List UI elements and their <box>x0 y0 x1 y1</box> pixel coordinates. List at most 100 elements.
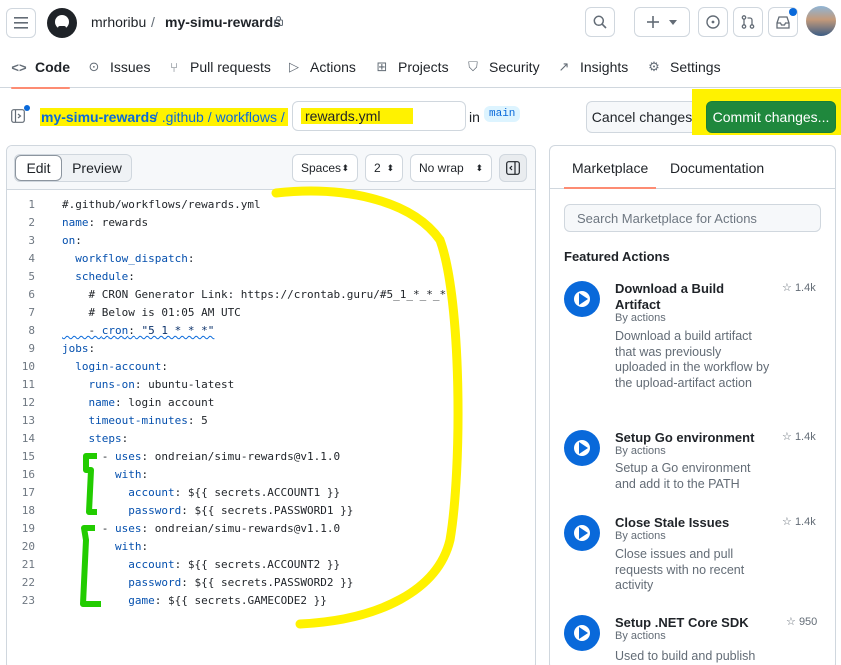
tab-security[interactable]: ⛉ Security <box>465 46 539 88</box>
marketplace-panel: Marketplace Documentation Search Marketp… <box>549 145 836 665</box>
pull-requests-button[interactable] <box>733 7 763 37</box>
path-repo-link[interactable]: my-simu-rewards <box>41 109 157 125</box>
breadcrumb-separator: / <box>151 14 155 30</box>
indent-size-select[interactable]: 2 ⬍ <box>365 154 403 182</box>
code-line: 9 jobs: <box>7 340 535 358</box>
plus-icon <box>647 16 659 28</box>
code-line: 14 steps: <box>7 430 535 448</box>
issues-button[interactable] <box>698 7 728 37</box>
action-title[interactable]: Close Stale Issues <box>615 515 765 531</box>
play-icon <box>564 281 600 317</box>
marketplace-search-input[interactable]: Search Marketplace for Actions <box>564 204 821 232</box>
code-line: 11 runs-on: ubuntu-latest <box>7 376 535 394</box>
code-line: 22 password: ${{ secrets.PASSWORD2 }} <box>7 574 535 592</box>
code-line-text: name: login account <box>88 396 215 409</box>
code-area[interactable]: 1 #.github/workflows/rewards.yml 2 name: r… <box>7 196 535 610</box>
action-item[interactable]: Download a Build Artifact By actions Dow… <box>564 281 824 411</box>
commit-changes-button[interactable]: Commit changes... <box>706 101 836 133</box>
code-line: 17 account: ${{ secrets.ACCOUNT1 }} <box>7 484 535 502</box>
action-description: Close issues and pull requests with no r… <box>615 547 745 592</box>
tab-marketplace[interactable]: Marketplace <box>563 160 657 189</box>
tab-code-label: Code <box>35 59 70 75</box>
branch-badge[interactable]: main <box>484 106 521 122</box>
tab-code[interactable]: <> Code <box>11 46 70 89</box>
issue-icon: ⊙ <box>88 59 100 74</box>
indent-size-value: 2 <box>374 161 381 175</box>
code-line: 2 name: rewards <box>7 214 535 232</box>
code-line-text: password: ${{ secrets.PASSWORD1 }} <box>128 504 354 517</box>
cancel-changes-button[interactable]: Cancel changes <box>586 101 698 133</box>
code-line-text: timeout-minutes: 5 <box>88 414 208 427</box>
code-line-text: - uses: ondreian/simu-rewards@v1.1.0 <box>62 450 341 463</box>
code-line-text: name: rewards <box>62 216 149 229</box>
tab-documentation[interactable]: Documentation <box>670 160 764 176</box>
wrap-mode-value: No wrap <box>419 161 464 175</box>
code-line-text: #.github/workflows/rewards.yml <box>62 198 261 211</box>
code-line: 12 name: login account <box>7 394 535 412</box>
code-line: 18 password: ${{ secrets.PASSWORD1 }} <box>7 502 535 520</box>
code-line-text: # CRON Generator Link: https://crontab.g… <box>62 288 447 301</box>
tab-settings[interactable]: ⚙ Settings <box>646 46 720 88</box>
code-line-text: on: <box>62 234 82 247</box>
action-title[interactable]: Setup Go environment <box>615 430 765 446</box>
action-description: Download a build artifact that was previ… <box>615 329 770 390</box>
create-new-button[interactable] <box>634 7 690 37</box>
repo-nav: <> Code ⊙ Issues ⑂ Pull requests ▷ Actions ⊞… <box>0 46 841 89</box>
github-logo-icon[interactable] <box>47 8 77 38</box>
tab-preview[interactable]: Preview <box>63 155 131 181</box>
code-line-text: steps: <box>88 432 129 445</box>
table-icon: ⊞ <box>376 59 388 74</box>
action-title[interactable]: Setup .NET Core SDK <box>615 615 765 631</box>
tab-projects[interactable]: ⊞ Projects <box>374 46 449 88</box>
tab-pull-requests[interactable]: ⑂ Pull requests <box>166 46 271 88</box>
hamburger-menu-button[interactable] <box>6 8 36 38</box>
file-tree-toggle-icon[interactable] <box>11 109 25 123</box>
play-icon <box>564 515 600 551</box>
repo-link[interactable]: my-simu-rewards <box>165 14 281 30</box>
action-item[interactable]: Setup .NET Core SDK By actions Used to b… <box>564 615 824 665</box>
tab-edit[interactable]: Edit <box>15 155 62 181</box>
code-icon: <> <box>11 59 27 75</box>
caret-down-icon <box>669 19 677 25</box>
code-line-text: with: <box>114 468 149 481</box>
code-line: 23 game: ${{ secrets.GAMECODE2 }} <box>7 592 535 610</box>
editor-toolbar: Edit Preview Spaces ⬍ 2 ⬍ No wrap ⬍ <box>7 146 535 190</box>
action-star-count: 1.4k <box>794 282 816 294</box>
pull-request-icon <box>741 15 755 29</box>
action-item[interactable]: Close Stale Issues By actions Close issu… <box>564 515 824 595</box>
indent-mode-select[interactable]: Spaces ⬍ <box>292 154 358 182</box>
filename-input[interactable]: rewards.yml <box>292 101 466 131</box>
action-item[interactable]: Setup Go environment By actions Setup a … <box>564 430 824 500</box>
notification-dot <box>789 8 797 16</box>
top-header: mrhoribu / my-simu-rewards <box>0 0 841 46</box>
code-line: 13 timeout-minutes: 5 <box>7 412 535 430</box>
inbox-icon <box>776 15 790 29</box>
path-segments[interactable]: / .github / workflows / <box>154 109 285 125</box>
code-line: 1 #.github/workflows/rewards.yml <box>7 196 535 214</box>
tab-actions[interactable]: ▷ Actions <box>286 46 356 88</box>
updown-icon: ⬍ <box>341 162 349 173</box>
tab-insights[interactable]: ↗ Insights <box>556 46 629 88</box>
code-line-text: workflow_dispatch: <box>75 252 195 265</box>
marketplace-tabs: Marketplace Documentation <box>550 146 835 189</box>
code-line: 21 account: ${{ secrets.ACCOUNT2 }} <box>7 556 535 574</box>
tab-issues[interactable]: ⊙ Issues <box>86 46 151 88</box>
code-line-text: login-account: <box>75 360 168 373</box>
search-button[interactable] <box>585 7 615 37</box>
action-title[interactable]: Download a Build Artifact <box>615 281 735 313</box>
wrap-mode-select[interactable]: No wrap ⬍ <box>410 154 492 182</box>
code-line-text: game: ${{ secrets.GAMECODE2 }} <box>128 594 327 607</box>
code-line: 15 - uses: ondreian/simu-rewards@v1.1.0 <box>7 448 535 466</box>
play-icon <box>564 615 600 651</box>
file-path-bar: my-simu-rewards / .github / workflows / … <box>0 88 841 144</box>
code-line-text: account: ${{ secrets.ACCOUNT1 }} <box>128 486 341 499</box>
play-icon: ▷ <box>289 59 299 74</box>
avatar[interactable] <box>806 6 836 36</box>
code-line-text: jobs: <box>62 342 96 355</box>
code-line: 16 with: <box>7 466 535 484</box>
sidebar-toggle-button[interactable] <box>499 154 527 182</box>
owner-link[interactable]: mrhoribu <box>91 14 146 30</box>
code-line-text: runs-on: ubuntu-latest <box>88 378 235 391</box>
code-line-text: - uses: ondreian/simu-rewards@v1.1.0 <box>62 522 341 535</box>
code-line: 20 with: <box>7 538 535 556</box>
